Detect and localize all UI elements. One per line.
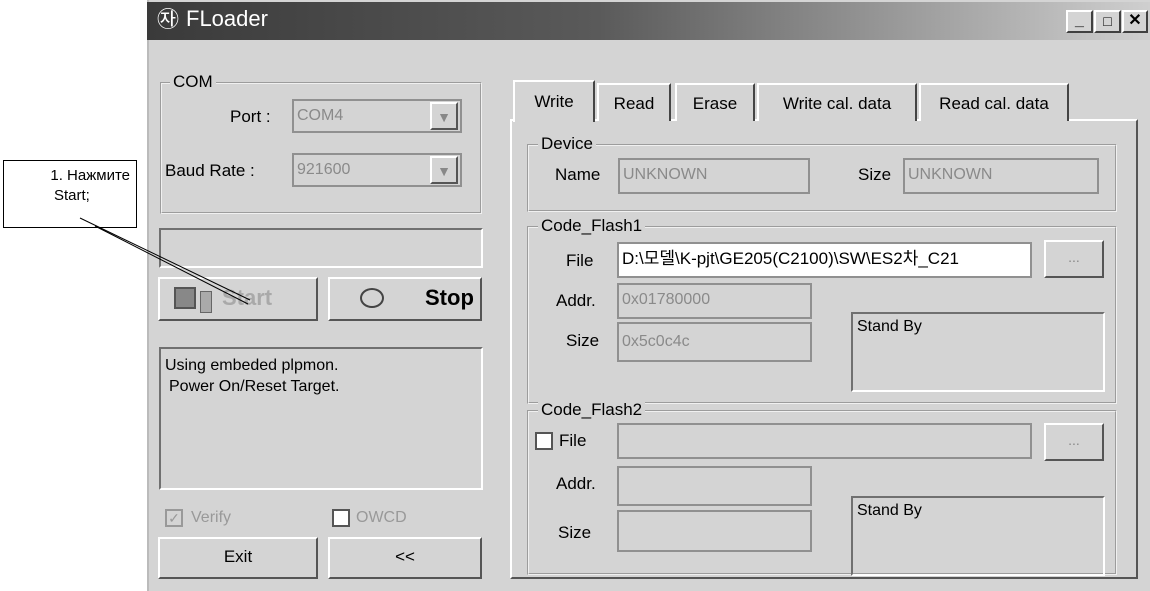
start-button[interactable]: Start: [158, 277, 318, 321]
baud-rate-value: 921600: [297, 161, 351, 178]
annotation-line-1: 1. Нажмите: [50, 167, 130, 184]
flash1-size-field: 0x5c0c4c: [617, 322, 812, 362]
flash1-file-input[interactable]: D:\모델\K-pjt\GE205(C2100)\SW\ES2차_C21: [617, 242, 1032, 278]
computer-icon: [174, 287, 196, 309]
owcd-label: OWCD: [356, 509, 407, 526]
tab-write-cal-data[interactable]: Write cal. data: [757, 83, 917, 121]
com-legend: COM: [170, 72, 216, 92]
device-size-label: Size: [858, 165, 892, 184]
tab-erase[interactable]: Erase: [675, 83, 755, 121]
flash2-addr-label: Addr.: [556, 474, 596, 493]
minimize-button[interactable]: _: [1066, 10, 1093, 33]
progress-bar: [159, 228, 483, 268]
close-button[interactable]: ✕: [1122, 10, 1148, 33]
flash1-status: Stand By: [851, 312, 1105, 392]
device-name-field: UNKNOWN: [618, 158, 810, 194]
tab-write[interactable]: Write: [513, 80, 595, 122]
stop-label: Stop: [425, 285, 474, 310]
code-flash1-legend: Code_Flash1: [538, 216, 646, 236]
flash2-size-field: [617, 510, 812, 552]
flash1-file-label: File: [566, 251, 594, 270]
flash1-addr-field: 0x01780000: [617, 283, 812, 319]
flash2-file-label: File: [559, 431, 587, 450]
flash2-file-checkbox[interactable]: [535, 432, 553, 450]
log-output: Using embeded plpmon. Power On/Reset Tar…: [159, 347, 483, 490]
verify-label: Verify: [191, 509, 232, 526]
prohibited-icon: [360, 288, 384, 308]
port-value: COM4: [297, 107, 344, 124]
start-label: Start: [222, 285, 273, 310]
flash1-addr-label: Addr.: [556, 291, 596, 310]
log-line: Power On/Reset Target.: [169, 378, 340, 395]
stop-button[interactable]: Stop: [328, 277, 482, 321]
device-legend: Device: [538, 134, 596, 154]
verify-checkbox[interactable]: ✓: [165, 509, 183, 527]
flash2-size-label: Size: [558, 523, 592, 542]
device-name-label: Name: [555, 165, 601, 184]
exit-button[interactable]: Exit: [158, 537, 318, 579]
flash2-status: Stand By: [851, 496, 1105, 576]
annotation-line-2: Start;: [54, 187, 90, 204]
tab-read-cal-data[interactable]: Read cal. data: [919, 83, 1069, 121]
flash2-file-input[interactable]: [617, 423, 1032, 459]
app-logo-icon: ㉶: [156, 7, 179, 32]
log-line: Using embeded plpmon.: [165, 357, 339, 374]
port-label: Port :: [230, 107, 271, 126]
title-bar[interactable]: [147, 2, 1150, 40]
baud-rate-dropdown-icon[interactable]: ▼: [430, 156, 458, 184]
collapse-button[interactable]: <<: [328, 537, 482, 579]
port-dropdown-icon[interactable]: ▼: [430, 102, 458, 130]
flash2-addr-field: [617, 466, 812, 506]
flash1-browse-button[interactable]: ...: [1044, 240, 1104, 278]
code-flash2-legend: Code_Flash2: [538, 400, 646, 420]
owcd-checkbox[interactable]: [332, 509, 350, 527]
maximize-button[interactable]: □: [1094, 10, 1121, 33]
annotation-callout: 1. Нажмите Start;: [3, 160, 137, 228]
tab-read[interactable]: Read: [597, 83, 671, 121]
flash2-browse-button[interactable]: ...: [1044, 423, 1104, 461]
baud-rate-label: Baud Rate :: [165, 161, 255, 180]
phone-icon: [200, 291, 212, 313]
device-size-field: UNKNOWN: [903, 158, 1099, 194]
flash1-size-label: Size: [566, 331, 600, 350]
window-title: FLoader: [186, 6, 268, 31]
